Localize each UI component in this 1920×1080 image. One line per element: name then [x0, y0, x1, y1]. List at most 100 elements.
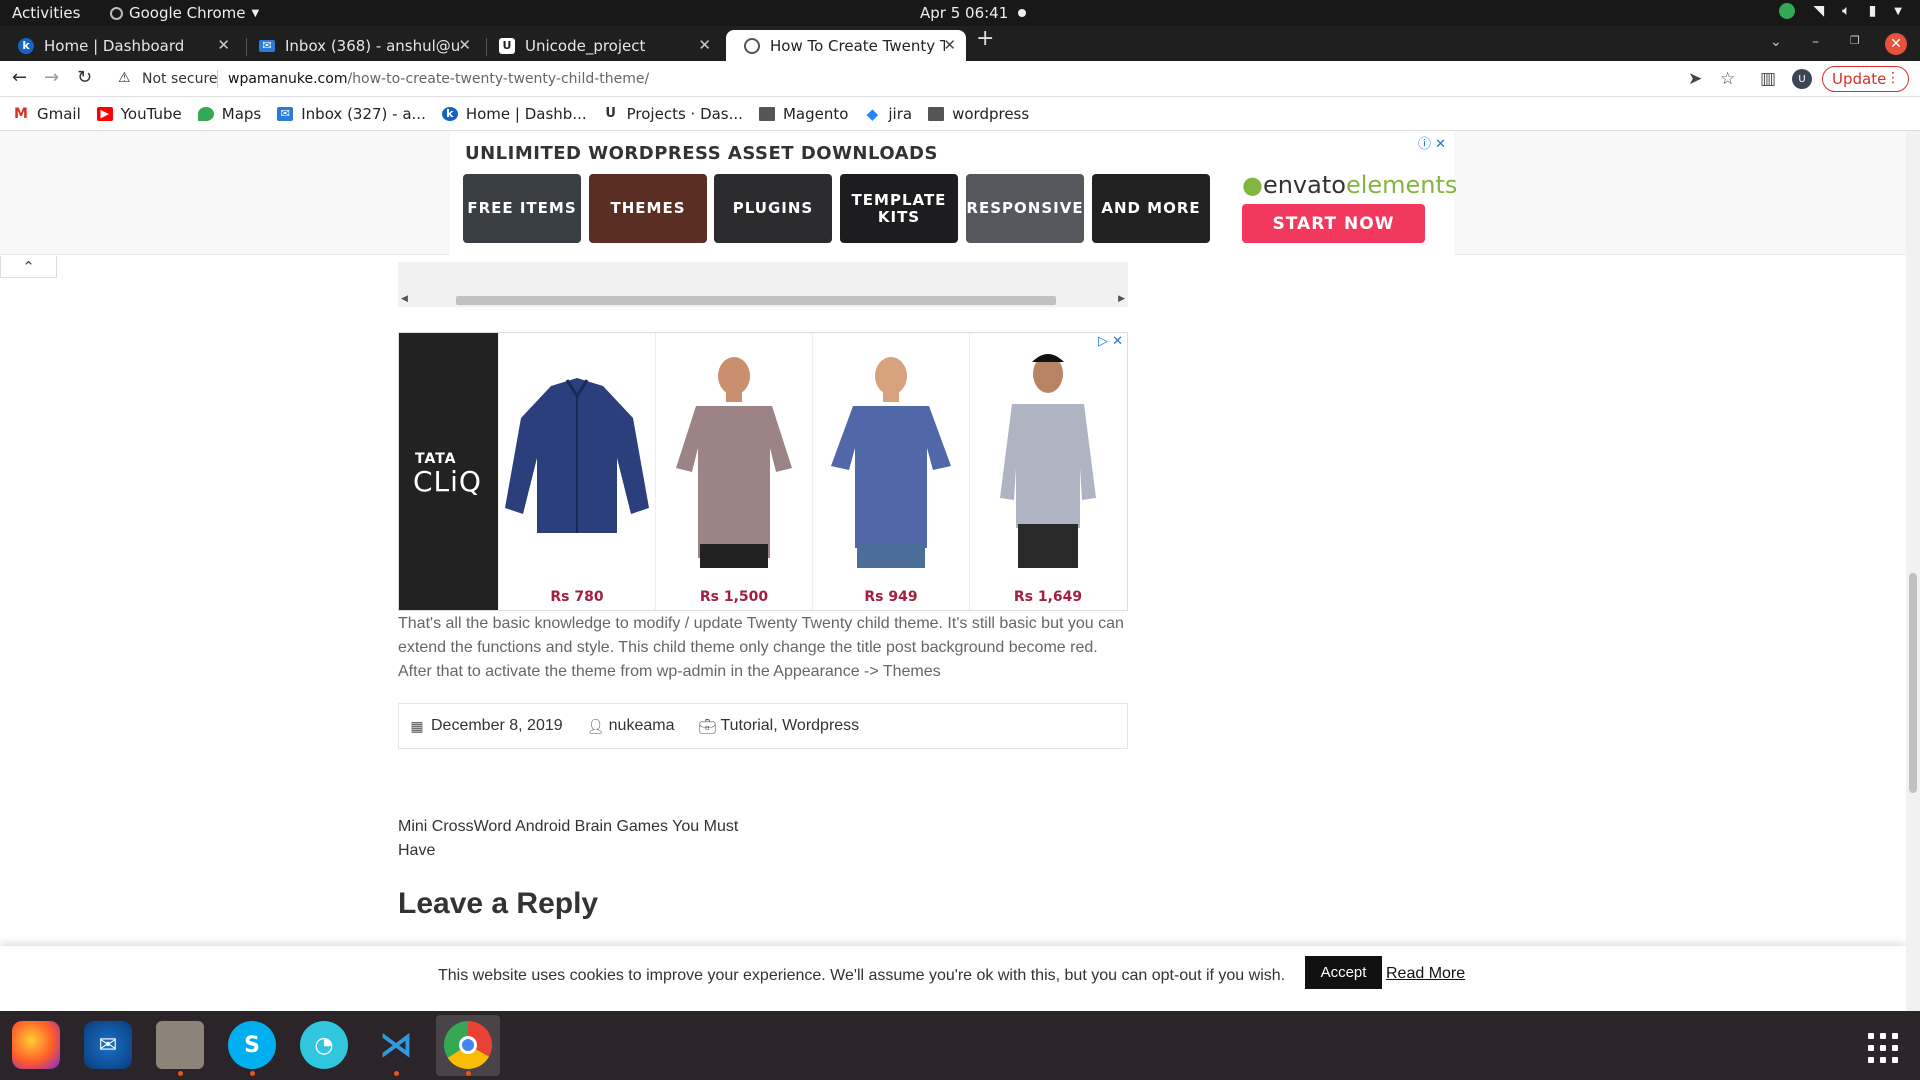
bookmark-magento[interactable]: Magento [758, 105, 848, 123]
bookmark-label: Inbox (327) - a... [301, 104, 426, 123]
bookmark-projects[interactable]: U Projects · Das... [603, 105, 743, 123]
product-card[interactable]: Rs 780 [498, 333, 654, 610]
chrome-small-icon [110, 6, 123, 20]
bookmark-maps[interactable]: Maps [197, 104, 262, 123]
minimize-icon[interactable]: – [1812, 34, 1819, 50]
gmail-icon: M [14, 105, 28, 122]
read-more-link[interactable]: Read More [1386, 965, 1465, 983]
ad-close-icon[interactable]: ⓘ ✕ [1418, 133, 1446, 152]
url-domain: wpamanuke.com [228, 71, 348, 87]
post-author[interactable]: nukeama [609, 717, 675, 735]
skype-icon[interactable]: S [228, 1021, 276, 1076]
files-icon[interactable] [156, 1021, 204, 1076]
scrollbar-thumb[interactable] [1909, 573, 1917, 793]
bookmark-home-dashboard[interactable]: k Home | Dashb... [441, 105, 587, 123]
app-menu[interactable]: Google Chrome ▼ [110, 4, 259, 22]
scroll-right-icon[interactable]: ▶ [1118, 294, 1125, 304]
side-panel-icon[interactable]: ▥ [1760, 69, 1776, 89]
post-categories[interactable]: Tutorial, Wordpress [720, 717, 859, 735]
mail-icon: ✉ [277, 106, 294, 121]
show-apps-grid-icon[interactable] [1868, 1033, 1898, 1063]
bookmark-inbox[interactable]: ✉ Inbox (327) - a... [277, 105, 426, 123]
thunderbird-icon[interactable]: ✉ [84, 1021, 132, 1069]
forward-arrow-icon[interactable]: → [44, 67, 59, 88]
start-now-button[interactable]: START NOW [1242, 204, 1425, 243]
tab-inbox[interactable]: ✉ Inbox (368) - anshul@unic ✕ [241, 30, 481, 61]
next-post-link[interactable]: Mini CrossWord Android Brain Games You M… [398, 815, 758, 863]
restore-icon[interactable]: ❐ [1850, 34, 1860, 47]
chrome-icon[interactable] [444, 1021, 492, 1076]
envato-ad[interactable]: UNLIMITED WORDPRESS ASSET DOWNLOADS ⓘ ✕ … [450, 131, 1457, 255]
activities-button[interactable]: Activities [12, 4, 80, 22]
warning-icon[interactable]: ⚠ [118, 70, 131, 86]
bookmark-label: wordpress [952, 104, 1030, 123]
battery-icon: ▮ [1868, 3, 1877, 19]
envato-tile-template-kits[interactable]: TEMPLATE KITS [840, 174, 958, 243]
page-vertical-scrollbar[interactable] [1906, 131, 1920, 1011]
envato-tile-plugins[interactable]: PLUGINS [714, 174, 832, 243]
product-card[interactable]: Rs 1,500 [655, 333, 811, 610]
close-window-button[interactable]: ✕ [1885, 33, 1907, 55]
scroll-left-icon[interactable]: ◀ [401, 294, 408, 304]
back-arrow-icon[interactable]: ← [12, 67, 27, 88]
product-price: Rs 949 [864, 589, 918, 605]
profile-avatar[interactable]: U [1792, 69, 1812, 89]
envato-tile-responsive[interactable]: RESPONSIVE [966, 174, 1084, 243]
model-image [1000, 354, 1096, 568]
ad-choices-close-icon[interactable]: ▷ ✕ [1098, 334, 1123, 349]
product-card[interactable]: Rs 1,649 [969, 333, 1125, 610]
elements-logo-text: elements [1345, 171, 1458, 199]
close-tab-icon[interactable]: ✕ [943, 36, 956, 54]
product-card[interactable]: Rs 949 [812, 333, 968, 610]
envato-leaf-icon: ● [1242, 171, 1263, 199]
product-price: Rs 1,500 [699, 589, 769, 605]
close-tab-icon[interactable]: ✕ [458, 36, 471, 54]
accept-cookies-button[interactable]: Accept [1305, 956, 1382, 989]
model-image [676, 357, 792, 568]
youtube-icon: ▶ [96, 106, 113, 121]
bookmark-youtube[interactable]: ▶ YouTube [96, 105, 182, 123]
article-paragraph: That's all the basic knowledge to modify… [398, 615, 1124, 680]
send-to-device-icon[interactable]: ➤ [1688, 69, 1702, 89]
tab-search-icon[interactable]: ⌄ [1770, 34, 1782, 50]
bookmark-gmail[interactable]: M Gmail [13, 105, 81, 123]
bookmark-jira[interactable]: ◆ jira [864, 105, 912, 123]
product-price: Rs 1,649 [1013, 589, 1083, 605]
bookmark-wordpress[interactable]: wordpress [928, 105, 1029, 123]
bookmark-star-icon[interactable]: ☆ [1720, 69, 1735, 89]
system-tray[interactable]: ◥ 🔈︎ ▮ ▼ [1779, 3, 1902, 19]
close-tab-icon[interactable]: ✕ [698, 36, 711, 54]
tata-cliq-ad[interactable]: TATA CLiQ Rs 780 Rs 1,500 Rs 949 Rs 1,64… [398, 332, 1128, 611]
security-label[interactable]: Not secure [142, 71, 218, 87]
update-indicator-icon [1779, 3, 1796, 19]
envato-tile-themes[interactable]: THEMES [589, 174, 707, 243]
tab-twenty-twenty-article[interactable]: How To Create Twenty Tw ✕ [726, 30, 966, 61]
mail-icon: ✉ [259, 39, 275, 52]
new-tab-button[interactable]: + [976, 26, 994, 51]
bookmark-label: Maps [221, 104, 262, 123]
envato-tile-free-items[interactable]: FREE ITEMS [463, 174, 581, 243]
code-horizontal-scrollbar[interactable]: ◀ ▶ [398, 293, 1128, 307]
update-label: Update [1832, 70, 1887, 88]
globe-icon [744, 37, 760, 54]
firefox-icon[interactable] [12, 1021, 60, 1069]
address-bar[interactable]: wpamanuke.com/how-to-create-twenty-twent… [228, 71, 649, 87]
post-date[interactable]: December 8, 2019 [431, 717, 563, 735]
envato-elements-logo: ●envatoelements [1242, 171, 1457, 199]
update-button[interactable]: Update ⋮ [1822, 66, 1909, 92]
tab-strip: k Home | Dashboard ✕ ✉ Inbox (368) - ans… [0, 26, 1920, 61]
close-tab-icon[interactable]: ✕ [217, 36, 230, 54]
tab-home-dashboard[interactable]: k Home | Dashboard ✕ [0, 30, 240, 61]
clock-icon[interactable]: ◔ [300, 1021, 348, 1069]
clock[interactable]: Apr 5 06:41 [920, 4, 1027, 22]
maps-icon [197, 106, 214, 121]
envato-tile-and-more[interactable]: AND MORE [1092, 174, 1210, 243]
vscode-icon[interactable]: ⋊ [372, 1021, 420, 1076]
top-ad-banner: UNLIMITED WORDPRESS ASSET DOWNLOADS ⓘ ✕ … [0, 131, 1906, 255]
kebab-menu-icon: ⋮ [1886, 70, 1900, 86]
scrollbar-thumb[interactable] [456, 296, 1056, 305]
taskbar-dock: ✉ S ◔ ⋊ [0, 1011, 1920, 1080]
tab-unicode-project[interactable]: U Unicode_project ✕ [481, 30, 721, 61]
reload-icon[interactable]: ↻ [77, 67, 92, 88]
collapse-ad-button[interactable]: ⌃ [0, 256, 57, 278]
